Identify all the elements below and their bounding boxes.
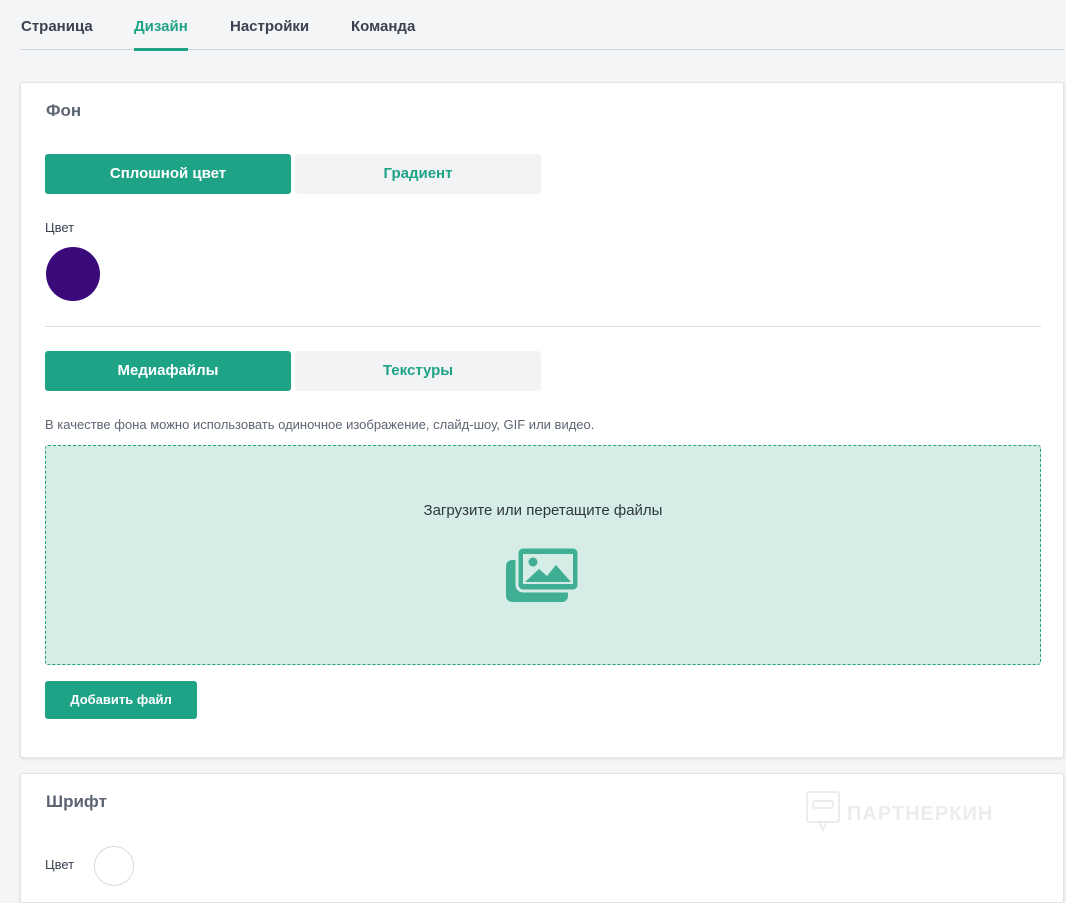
media-files-button[interactable]: Медиафайлы bbox=[45, 351, 291, 391]
top-tabs: Страница Дизайн Настройки Команда bbox=[20, 0, 1064, 51]
watermark-text: ПАРТНЕРКИН bbox=[847, 803, 994, 825]
font-color-swatch[interactable] bbox=[94, 846, 134, 886]
file-dropzone[interactable]: Загрузите или перетащите файлы bbox=[45, 445, 1041, 665]
tab-design[interactable]: Дизайн bbox=[134, 18, 188, 51]
media-hint-text: В качестве фона можно использовать одино… bbox=[45, 417, 595, 432]
font-card: Шрифт Цвет ПАРТНЕРКИН bbox=[20, 773, 1064, 903]
tab-page[interactable]: Страница bbox=[21, 18, 93, 50]
color-swatch[interactable] bbox=[46, 247, 100, 301]
images-icon bbox=[505, 545, 581, 609]
add-file-button[interactable]: Добавить файл bbox=[45, 681, 197, 719]
solid-color-button[interactable]: Сплошной цвет bbox=[45, 154, 291, 194]
font-color-label: Цвет bbox=[45, 857, 75, 872]
section-divider bbox=[45, 326, 1041, 327]
tab-settings[interactable]: Настройки bbox=[230, 18, 309, 50]
background-section-title: Фон bbox=[46, 101, 82, 120]
watermark: ПАРТНЕРКИН bbox=[805, 790, 993, 839]
color-label: Цвет bbox=[45, 220, 75, 235]
background-card: Фон Сплошной цвет Градиент Цвет Медиафай… bbox=[20, 82, 1064, 758]
gradient-button[interactable]: Градиент bbox=[295, 154, 541, 194]
textures-button[interactable]: Текстуры bbox=[295, 351, 541, 391]
font-section-title: Шрифт bbox=[46, 792, 107, 811]
dropzone-text: Загрузите или перетащите файлы bbox=[423, 502, 663, 519]
tab-team[interactable]: Команда bbox=[351, 18, 415, 50]
watermark-logo-icon bbox=[805, 790, 841, 839]
